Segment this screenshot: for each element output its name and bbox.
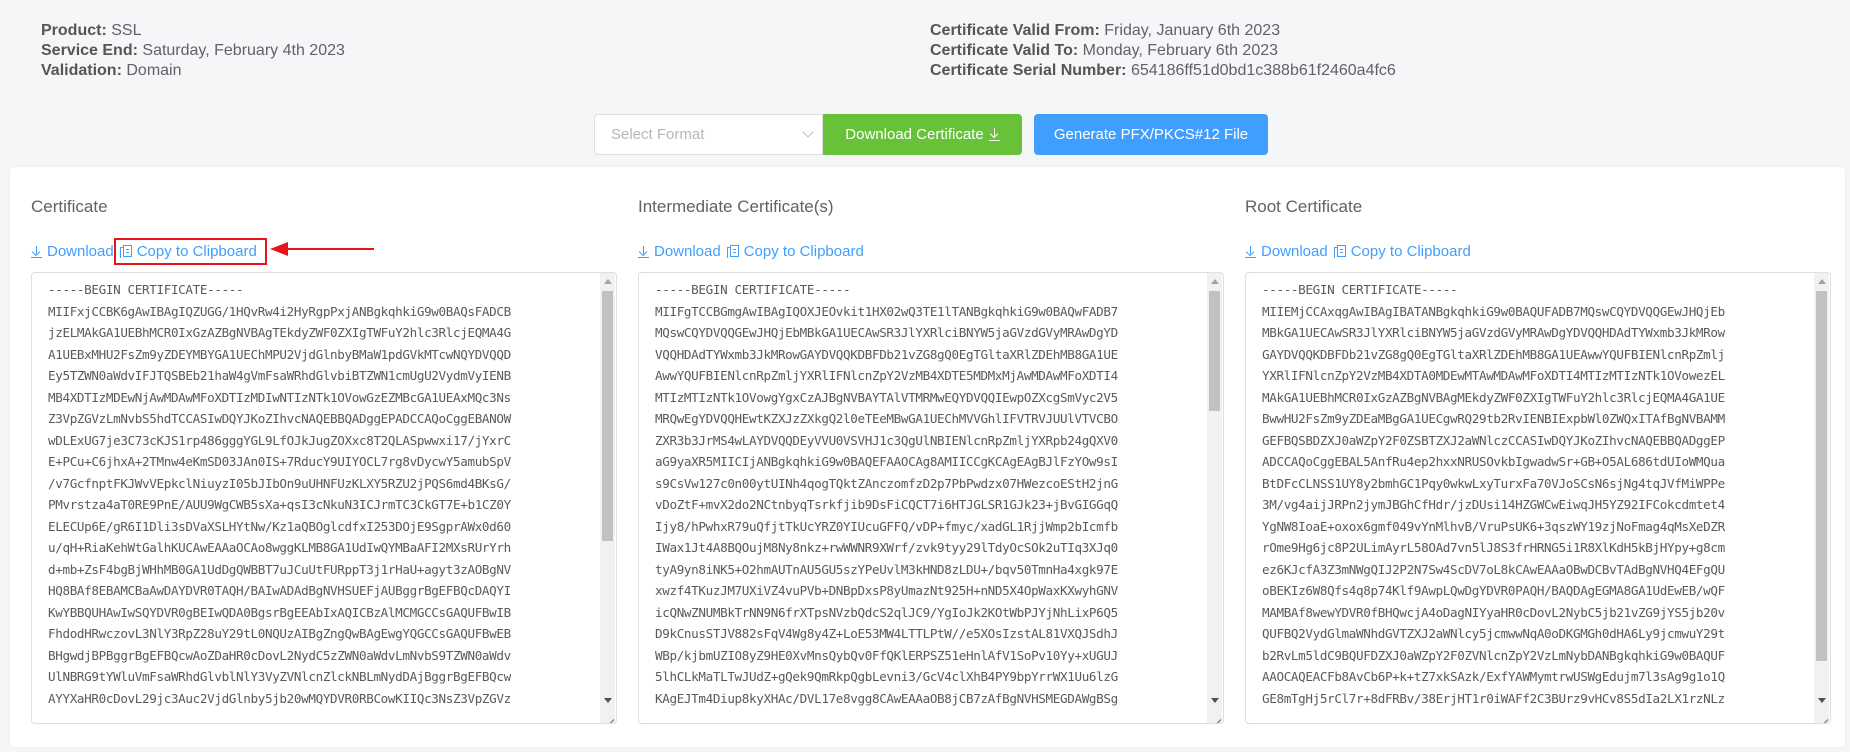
scrollbar[interactable]	[1814, 273, 1829, 723]
copy-to-clipboard-link[interactable]: Copy to Clipboard	[726, 240, 864, 263]
download-link[interactable]: Download	[638, 240, 721, 263]
scroll-down-arrow-icon[interactable]	[1211, 698, 1219, 703]
scroll-down-arrow-icon[interactable]	[1818, 698, 1826, 703]
copy-to-clipboard-link[interactable]: Copy to Clipboard	[1333, 240, 1471, 263]
download-icon	[31, 245, 42, 258]
scroll-up-arrow-icon[interactable]	[1818, 279, 1826, 284]
certificate-textarea[interactable]: -----BEGIN CERTIFICATE----- MIIFxjCCBK6g…	[31, 272, 617, 724]
copy-icon	[119, 245, 132, 258]
download-icon	[1245, 245, 1256, 258]
download-icon	[988, 128, 1000, 141]
resize-handle[interactable]	[1211, 711, 1221, 721]
certificate-text[interactable]: -----BEGIN CERTIFICATE----- MIIFxjCCBK6g…	[32, 273, 599, 723]
chevron-down-icon	[802, 126, 814, 138]
scrollbar[interactable]	[600, 273, 615, 723]
column-actions: Download Copy to Clipboard	[638, 240, 864, 263]
format-select-placeholder: Select Format	[611, 126, 705, 143]
annotation-arrow	[270, 242, 374, 256]
resize-handle[interactable]	[1818, 711, 1828, 721]
download-certificate-button[interactable]: Download Certificate	[823, 114, 1022, 155]
download-icon	[638, 245, 649, 258]
certificate-text[interactable]: -----BEGIN CERTIFICATE----- MIIEMjCCAxqg…	[1246, 273, 1813, 723]
scrollbar[interactable]	[1207, 273, 1222, 723]
copy-icon	[726, 245, 739, 258]
download-actions: Select Format Download Certificate Gener…	[594, 114, 1268, 155]
resize-handle[interactable]	[604, 711, 614, 721]
generate-pfx-button[interactable]: Generate PFX/PKCS#12 File	[1034, 114, 1268, 155]
certificate-text[interactable]: -----BEGIN CERTIFICATE----- MIIFgTCCBGmg…	[639, 273, 1206, 723]
scrollbar-thumb[interactable]	[602, 291, 613, 541]
info-row-validation: Validation: Domain	[41, 62, 182, 79]
info-row-valid-to: Certificate Valid To: Monday, February 6…	[930, 42, 1279, 59]
scrollbar-thumb[interactable]	[1209, 291, 1220, 411]
column-title: Root Certificate	[1245, 197, 1363, 216]
info-row-serial-number: Certificate Serial Number: 654186ff51d0b…	[930, 62, 1396, 79]
download-link[interactable]: Download	[1245, 240, 1328, 263]
scrollbar-thumb[interactable]	[1816, 291, 1827, 661]
scroll-down-arrow-icon[interactable]	[604, 698, 612, 703]
download-link[interactable]: Download	[31, 240, 114, 263]
column-title: Certificate	[31, 197, 108, 216]
column-title: Intermediate Certificate(s)	[638, 197, 834, 216]
column-actions: Download Copy to Clipboard	[1245, 240, 1471, 263]
copy-icon	[1333, 245, 1346, 258]
order-info-left: Product: SSL Service End: Saturday, Febr…	[41, 21, 345, 81]
copy-to-clipboard-link[interactable]: Copy to Clipboard	[113, 238, 267, 265]
certificate-info-right: Certificate Valid From: Friday, January …	[930, 21, 1396, 81]
certificate-textarea[interactable]: -----BEGIN CERTIFICATE----- MIIFgTCCBGmg…	[638, 272, 1224, 724]
info-row-product: Product: SSL	[41, 22, 142, 39]
column-actions: Download Copy to Clipboard	[31, 238, 267, 265]
certificate-textarea[interactable]: -----BEGIN CERTIFICATE----- MIIEMjCCAxqg…	[1245, 272, 1831, 724]
scroll-up-arrow-icon[interactable]	[1211, 279, 1219, 284]
info-row-service-end: Service End: Saturday, February 4th 2023	[41, 42, 345, 59]
format-select[interactable]: Select Format	[594, 114, 823, 155]
scroll-up-arrow-icon[interactable]	[604, 279, 612, 284]
info-row-valid-from: Certificate Valid From: Friday, January …	[930, 22, 1281, 39]
